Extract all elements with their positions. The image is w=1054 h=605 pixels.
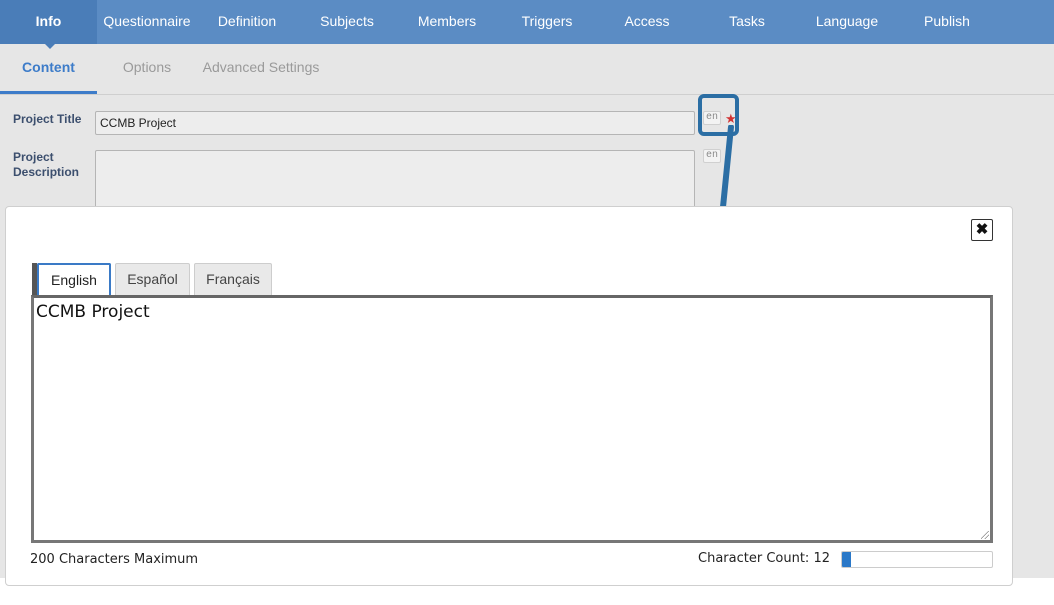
tab-content[interactable]: Content	[0, 44, 97, 94]
nav-access[interactable]: Access	[597, 0, 697, 44]
project-title-field[interactable]	[95, 111, 695, 135]
tab-francais[interactable]: Français	[194, 263, 272, 295]
project-description-field[interactable]	[95, 150, 695, 210]
nav-tasks[interactable]: Tasks	[697, 0, 797, 44]
translation-text: CCMB Project	[36, 302, 150, 322]
tab-espanol[interactable]: Español	[115, 263, 190, 295]
nav-questionnaire[interactable]: Questionnaire	[97, 0, 197, 44]
sub-nav: Content Options Advanced Settings	[0, 44, 1054, 95]
nav-subjects[interactable]: Subjects	[297, 0, 397, 44]
close-button[interactable]: ✖	[971, 219, 993, 241]
tab-english[interactable]: English	[37, 263, 111, 295]
nav-members[interactable]: Members	[397, 0, 497, 44]
nav-publish[interactable]: Publish	[897, 0, 997, 44]
nav-triggers[interactable]: Triggers	[497, 0, 597, 44]
max-characters-note: 200 Characters Maximum	[30, 552, 199, 567]
project-title-input[interactable]	[96, 112, 694, 134]
translation-textarea[interactable]: CCMB Project	[31, 295, 993, 543]
nav-language[interactable]: Language	[797, 0, 897, 44]
tab-advanced-settings[interactable]: Advanced Settings	[200, 44, 322, 91]
project-description-label: Project Description	[13, 150, 79, 180]
resize-grip-icon[interactable]	[981, 531, 989, 539]
translation-modal: ✖ English Español Français CCMB Project …	[5, 206, 1013, 586]
project-title-label: Project Title	[13, 112, 82, 126]
progress-fill	[842, 552, 851, 567]
description-label-line2: Description	[13, 165, 80, 179]
description-label-line1: Project	[13, 150, 54, 164]
character-count-value: 12	[813, 551, 830, 566]
character-count-progress	[841, 551, 993, 568]
top-nav: Info Questionnaire Definition Subjects M…	[0, 0, 1054, 49]
nav-info[interactable]: Info	[0, 0, 97, 49]
tab-options[interactable]: Options	[112, 44, 182, 91]
character-count: Character Count: 12	[698, 551, 830, 566]
nav-definition[interactable]: Definition	[197, 0, 297, 44]
character-count-label: Character Count:	[698, 551, 810, 566]
